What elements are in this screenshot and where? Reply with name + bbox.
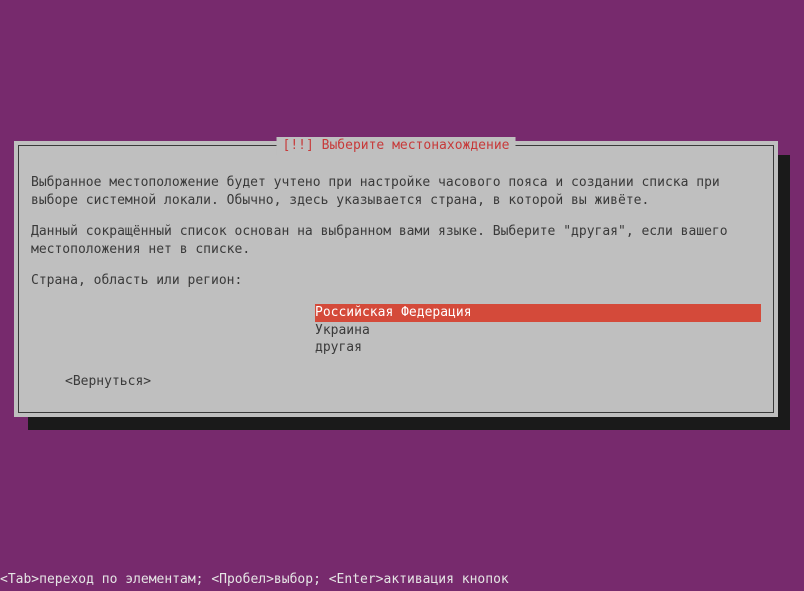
- back-button[interactable]: <Вернуться>: [65, 373, 151, 391]
- option-russian-federation[interactable]: Российская Федерация: [315, 304, 761, 322]
- location-options-list: Российская Федерация Украина другая: [315, 304, 761, 357]
- dialog-title: [!!] Выберите местонахождение: [277, 137, 516, 155]
- location-dialog: [!!] Выберите местонахождение Выбранное …: [14, 141, 778, 417]
- description-paragraph-2: Данный сокращённый список основан на выб…: [31, 223, 761, 258]
- description-paragraph-1: Выбранное местоположение будет учтено пр…: [31, 174, 761, 209]
- option-other[interactable]: другая: [315, 339, 761, 357]
- dialog-body: Выбранное местоположение будет учтено пр…: [31, 156, 761, 391]
- keyboard-hint-footer: <Tab>переход по элементам; <Пробел>выбор…: [0, 569, 509, 591]
- location-prompt: Страна, область или регион:: [31, 272, 761, 290]
- option-ukraine[interactable]: Украина: [315, 322, 761, 340]
- dialog-frame: [!!] Выберите местонахождение Выбранное …: [18, 145, 774, 413]
